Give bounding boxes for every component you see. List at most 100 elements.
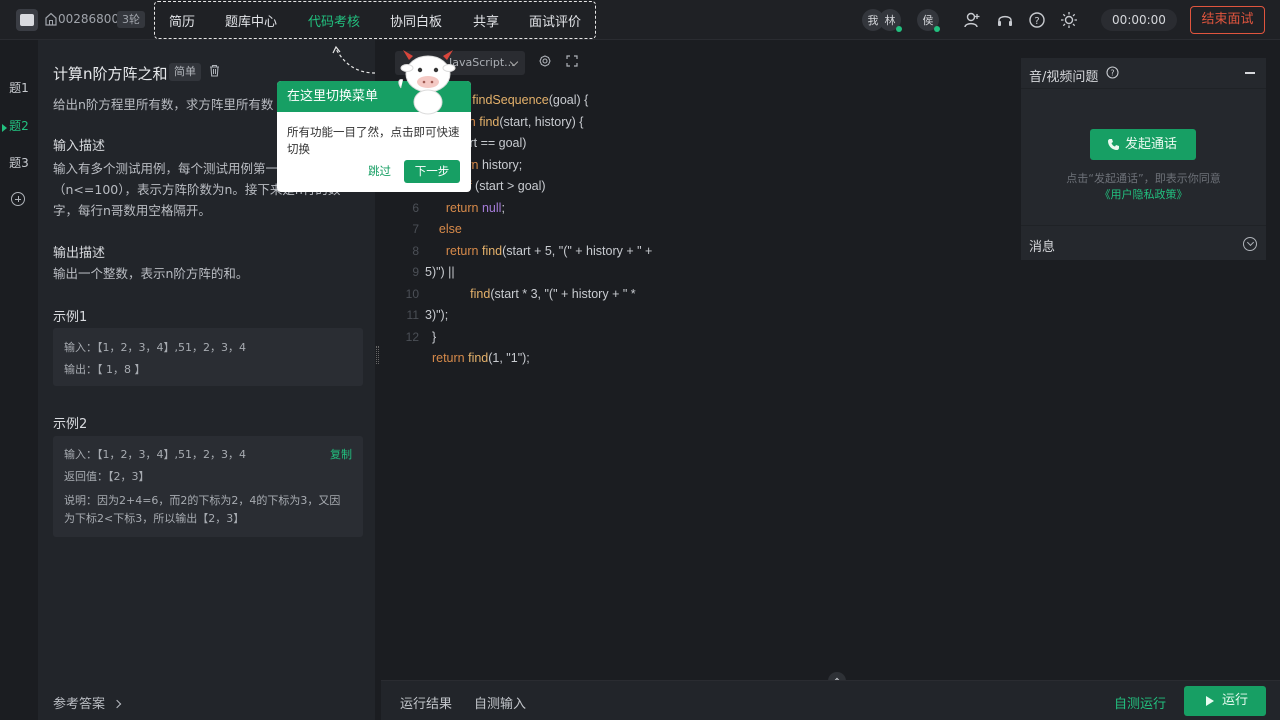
code-editor[interactable]: JavaScript... function findSequence(goal… xyxy=(381,40,1011,680)
example2-return: 返回值：【2，3】 xyxy=(64,470,150,483)
menu-whiteboard[interactable]: 协同白板 xyxy=(390,11,442,30)
code-line: 11 3)"); xyxy=(381,308,1011,329)
rail-item-q1[interactable]: 题1 xyxy=(0,79,38,96)
svg-text:?: ? xyxy=(1110,69,1114,78)
code-line: 10 find(start * 3, "(" + history + " * xyxy=(381,287,1011,308)
menu-question-bank[interactable]: 题库中心 xyxy=(225,11,277,30)
chevron-right-icon xyxy=(112,699,122,709)
example2-box: 输入：【1，2，3，4】,51，2，3，4 复制 返回值：【2，3】 说明：因为… xyxy=(53,436,363,537)
headset-icon[interactable] xyxy=(996,11,1014,29)
copy-button[interactable]: 复制 xyxy=(330,446,352,462)
guide-body: 所有功能一目了然，点击即可快速切换 xyxy=(287,125,460,156)
example1-box: 输入：【1，2，3，4】,51，2，3，4 输出：【 1，8 】 xyxy=(53,328,363,386)
start-call-button[interactable]: 发起通话 xyxy=(1090,129,1196,160)
menu-evaluation[interactable]: 面试评价 xyxy=(529,11,581,30)
example2-note: 说明：因为2+4=6，而2的下标为2，4的下标为3，又因为下标2<下标3，所以输… xyxy=(64,494,341,525)
guide-next-button[interactable]: 下一步 xyxy=(404,160,460,183)
divider xyxy=(1021,88,1266,89)
panel-resize-handle[interactable] xyxy=(376,346,379,364)
output-desc-heading: 输出描述 xyxy=(53,246,106,261)
code-line: else if (start > goal) xyxy=(381,179,1011,200)
input-desc-heading: 输入描述 xyxy=(53,139,106,154)
reference-answer-label: 参考答案 xyxy=(53,697,106,712)
code-text: find(start * 3, "(" + history + " * xyxy=(470,286,636,301)
code-line: if (start == goal) xyxy=(381,136,1011,157)
code-line: 6 return null; xyxy=(381,201,1011,222)
code-line: 7 else xyxy=(381,222,1011,243)
difficulty-badge: 简单 xyxy=(169,63,201,81)
line-number: 8 xyxy=(412,243,419,258)
line-number: 6 xyxy=(412,200,419,215)
settings-gear-icon[interactable] xyxy=(539,55,551,67)
svg-text:?: ? xyxy=(1034,16,1039,27)
avatar-lin[interactable]: 林 xyxy=(879,9,902,32)
play-icon xyxy=(1206,696,1214,706)
tab-self-input[interactable]: 自测输入 xyxy=(474,693,526,712)
code-text: return null; xyxy=(445,200,505,215)
code-line: function find(start, history) { xyxy=(381,115,1011,136)
example2-heading: 示例2 xyxy=(53,417,88,432)
example2-input: 输入：【1，2，3，4】,51，2，3，4 xyxy=(64,448,246,461)
online-dot xyxy=(934,26,940,32)
run-button[interactable]: 运行 xyxy=(1184,686,1266,716)
problem-title: 计算n阶方阵之和 xyxy=(53,65,168,83)
online-dot xyxy=(896,26,902,32)
guide-skip-button[interactable]: 跳过 xyxy=(368,163,391,179)
add-user-icon[interactable] xyxy=(963,11,981,29)
code-text: } xyxy=(425,329,437,344)
console-bar: 运行结果 自测输入 自测运行 运行 xyxy=(381,680,1280,720)
minimize-icon[interactable] xyxy=(1245,72,1255,74)
end-interview-button[interactable]: 结束面试 xyxy=(1190,6,1265,34)
interview-timer: 00:00:00 xyxy=(1101,9,1177,31)
code-line: 12 } xyxy=(381,330,1011,351)
call-consent-note: 点击“发起通话”，即表示你同意 xyxy=(1066,172,1221,185)
help-icon[interactable]: ? xyxy=(1028,11,1046,29)
start-call-label: 发起通话 xyxy=(1125,137,1178,152)
help-circle-icon[interactable]: ? xyxy=(1106,66,1119,79)
code-line: 9 5)") || xyxy=(381,265,1011,286)
code-line: return history; xyxy=(381,158,1011,179)
messages-row[interactable]: 消息 xyxy=(1021,225,1266,260)
example1-heading: 示例1 xyxy=(53,310,88,325)
messages-label: 消息 xyxy=(1029,240,1056,255)
av-panel-title: 音/视频问题 xyxy=(1029,70,1099,85)
self-test-run-button[interactable]: 自测运行 xyxy=(1114,693,1166,712)
line-number: 10 xyxy=(405,286,419,301)
tab-run-result[interactable]: 运行结果 xyxy=(400,693,452,712)
line-number: 9 xyxy=(412,265,419,279)
menu-share[interactable]: 共享 xyxy=(473,11,499,30)
menu-code-exam[interactable]: 代码考核 xyxy=(308,11,360,30)
line-number: 11 xyxy=(406,308,419,322)
example1-input: 输入：【1，2，3，4】,51，2，3，4 xyxy=(64,341,246,354)
rail-item-q2[interactable]: 题2 xyxy=(0,117,38,134)
top-bar: 00286800 3轮 简历 题库中心 代码考核 协同白板 共享 面试评价 我 … xyxy=(0,0,1280,40)
guide-arrow-icon xyxy=(332,45,376,74)
room-id: 00286800 xyxy=(58,12,120,26)
home-icon xyxy=(45,12,57,26)
add-question-icon[interactable] xyxy=(11,192,25,206)
rail-item-q3[interactable]: 题3 xyxy=(0,154,38,171)
round-badge: 3轮 xyxy=(117,11,145,28)
code-text: 3)"); xyxy=(425,308,449,322)
code-line: return find(1, "1"); xyxy=(381,351,1011,372)
code-text: return find(start + 5, "(" + history + "… xyxy=(445,243,653,258)
example1-output: 输出：【 1，8 】 xyxy=(64,363,146,376)
av-panel: 音/视频问题 ? 发起通话 点击“发起通话”，即表示你同意 《用户隐私政策》 消… xyxy=(1021,58,1266,260)
menu-resume[interactable]: 简历 xyxy=(169,11,195,30)
privacy-policy-link[interactable]: 《用户隐私政策》 xyxy=(1021,186,1266,202)
expand-circle-icon[interactable] xyxy=(1243,237,1257,251)
avatar-label: 侯 xyxy=(922,14,934,27)
app-logo-icon[interactable] xyxy=(16,9,38,31)
code-line: function findSequence(goal) { xyxy=(381,93,1011,114)
run-label: 运行 xyxy=(1222,693,1249,708)
fullscreen-icon[interactable] xyxy=(566,55,578,67)
theme-sun-icon[interactable] xyxy=(1060,11,1078,29)
avatar-label: 林 xyxy=(884,14,896,27)
trash-icon[interactable] xyxy=(209,64,220,77)
avatar-hou[interactable]: 侯 xyxy=(917,9,940,32)
question-rail: 题1 题2 题3 xyxy=(0,40,38,720)
code-line: 8 return find(start + 5, "(" + history +… xyxy=(381,244,1011,265)
reference-answer-link[interactable]: 参考答案 xyxy=(53,693,122,712)
line-number: 7 xyxy=(412,222,419,236)
code-text: else xyxy=(438,222,462,236)
